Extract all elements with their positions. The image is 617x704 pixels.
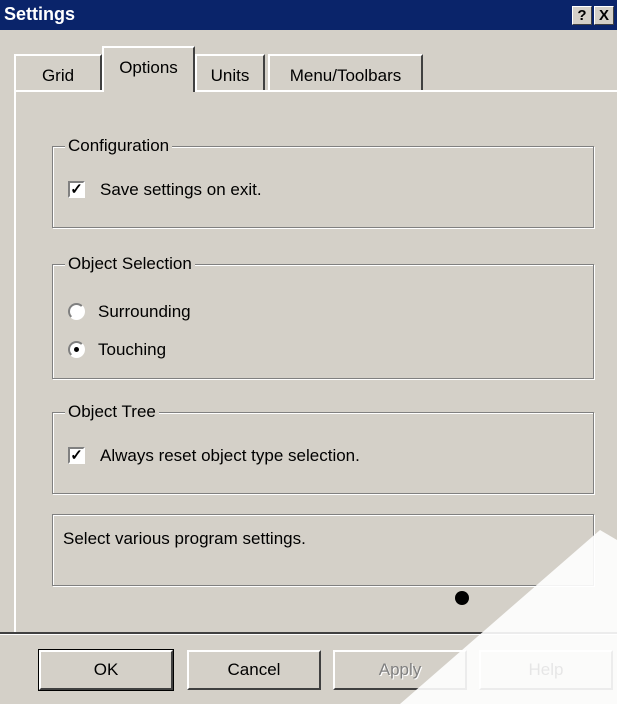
configuration-title: Configuration (65, 136, 173, 156)
cancel-label: Cancel (227, 660, 281, 679)
window-title: Settings (4, 4, 76, 24)
checkmark-icon: ✓ (70, 447, 83, 464)
options-panel: Configuration ✓ Save settings on exit. O… (14, 90, 617, 632)
reset-selection-label[interactable]: Always reset object type selection. (100, 446, 360, 466)
help-dialog-button[interactable]: Help (479, 650, 613, 690)
surrounding-radio[interactable] (68, 303, 85, 320)
save-on-exit-checkbox[interactable]: ✓ (68, 181, 85, 198)
reset-selection-checkbox[interactable]: ✓ (68, 447, 85, 464)
question-mark-icon: ? (577, 7, 587, 24)
apply-label: Apply (378, 660, 422, 679)
tab-grid[interactable]: Grid (14, 54, 102, 92)
tab-grid-label: Grid (41, 66, 75, 85)
ok-label: OK (93, 660, 119, 679)
object-tree-group: Object Tree ✓ Always reset object type s… (52, 402, 594, 494)
tab-options[interactable]: Options (102, 46, 195, 92)
radio-selected-dot (74, 347, 79, 352)
touching-radio[interactable] (68, 341, 85, 358)
tab-units-label: Units (210, 66, 250, 85)
tab-menu-toolbars-label: Menu/Toolbars (289, 66, 402, 85)
configuration-group: Configuration ✓ Save settings on exit. (52, 136, 594, 228)
status-text: Select various program settings. (63, 529, 306, 548)
ok-button[interactable]: OK (38, 649, 174, 691)
checkmark-icon: ✓ (70, 181, 83, 198)
settings-dialog: Settings ? X Grid Options Units Menu/Too… (0, 0, 617, 704)
help-label: Help (528, 660, 564, 679)
apply-button[interactable]: Apply (333, 650, 467, 690)
close-icon: X (598, 7, 609, 24)
tab-options-label: Options (119, 58, 178, 77)
surrounding-label[interactable]: Surrounding (98, 302, 191, 322)
close-button[interactable]: X (594, 6, 614, 25)
touching-label[interactable]: Touching (98, 340, 166, 360)
title-bar[interactable]: Settings ? X (0, 0, 617, 30)
object-selection-group: Object Selection Surrounding Touching (52, 254, 594, 379)
cancel-button[interactable]: Cancel (187, 650, 321, 690)
save-on-exit-label[interactable]: Save settings on exit. (100, 180, 262, 200)
object-tree-title: Object Tree (65, 402, 159, 422)
status-box: Select various program settings. (52, 514, 594, 586)
tab-units[interactable]: Units (195, 54, 265, 92)
object-selection-title: Object Selection (65, 254, 195, 274)
tab-menu-toolbars[interactable]: Menu/Toolbars (268, 54, 423, 92)
button-separator (0, 632, 617, 635)
help-button[interactable]: ? (572, 6, 592, 25)
